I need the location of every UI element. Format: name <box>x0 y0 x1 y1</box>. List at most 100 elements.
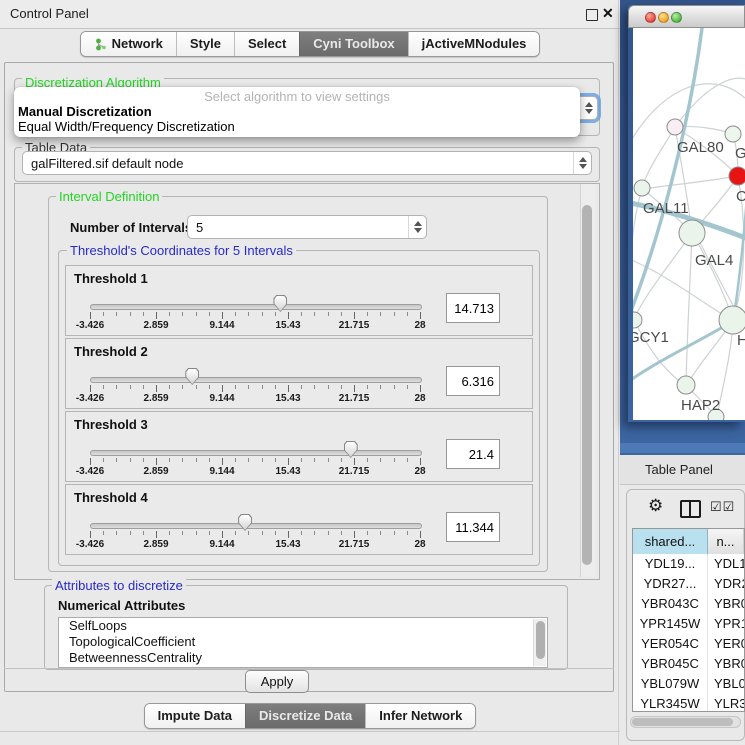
tab-label: Select <box>248 32 286 56</box>
tab-label: Discretize Data <box>259 704 352 728</box>
network-node-h[interactable] <box>719 306 745 334</box>
slider-track[interactable] <box>90 450 422 456</box>
slider-thumb[interactable] <box>238 514 252 531</box>
tab-cyni-toolbox[interactable]: Cyni Toolbox <box>299 32 407 56</box>
table-panel-title: Table Panel <box>645 455 713 484</box>
number-of-intervals-select[interactable]: 5 <box>187 215 427 239</box>
numerical-attributes-label: Numerical Attributes <box>58 598 185 613</box>
threshold-value-field[interactable]: 21.4 <box>446 439 500 469</box>
cell-name: YPR1 <box>708 614 744 634</box>
list-scrollbar-thumb[interactable] <box>536 621 545 659</box>
tab-jactivemnodules[interactable]: jActiveMNodules <box>408 32 540 56</box>
select-columns-icon[interactable]: ☑☑ <box>710 499 735 515</box>
table-row[interactable]: YPR145WYPR1 <box>633 614 744 634</box>
network-node-gal4[interactable] <box>679 220 705 246</box>
column-header-name[interactable]: n... <box>708 529 744 554</box>
split-columns-icon[interactable] <box>680 500 701 518</box>
dropdown-option-equal-width-frequency-discretization[interactable]: Equal Width/Frequency Discretization <box>18 119 576 134</box>
table-row[interactable]: YLR345WYLR3 <box>633 694 744 711</box>
table-row[interactable]: YBL079WYBL0 <box>633 674 744 694</box>
threshold-label: Threshold 1 <box>74 271 148 286</box>
network-node-g[interactable] <box>725 126 741 142</box>
table-row[interactable]: YBR043CYBR0 <box>633 594 744 614</box>
network-node-gal80[interactable] <box>667 119 683 135</box>
threshold-value-field[interactable]: 6.316 <box>446 366 500 396</box>
dropdown-option-manual-discretization[interactable]: Manual Discretization <box>18 104 576 119</box>
vertical-scrollbar-thumb[interactable] <box>582 205 592 565</box>
tick-label: 15.43 <box>275 466 300 477</box>
table-data-selected: galFiltered.sif default node <box>31 152 183 174</box>
tab-style[interactable]: Style <box>176 32 234 56</box>
attribute-item-topologicalcoefficient[interactable]: TopologicalCoefficient <box>59 634 547 650</box>
slider-ticks <box>90 312 420 320</box>
table-header-row: shared... n... <box>633 529 744 554</box>
tab-label: Network <box>112 32 163 56</box>
node-label: G <box>735 145 745 162</box>
tab-infer-network[interactable]: Infer Network <box>365 704 475 728</box>
bottom-tab-bar: Impute Data Discretize Data Infer Network <box>0 703 620 729</box>
tab-discretize-data[interactable]: Discretize Data <box>245 704 365 728</box>
cell-shared-name: YBR045C <box>633 654 708 674</box>
slider-track[interactable] <box>90 377 422 383</box>
network-window-titlebar[interactable] <box>628 5 745 28</box>
close-icon[interactable]: ✕ <box>602 5 614 22</box>
tick-label: 2.859 <box>143 320 168 331</box>
thresholds-group: Threshold's Coordinates for 5 Intervals … <box>58 250 540 566</box>
cell-name: YBR0 <box>708 654 744 674</box>
tick-label: 21.715 <box>339 320 370 331</box>
slider-track[interactable] <box>90 523 422 529</box>
cell-name: YER0 <box>708 634 744 654</box>
zoom-traffic-light-icon[interactable] <box>671 12 682 23</box>
threshold-panel: Threshold 2 -3.4262.8599.14415.4321.7152… <box>65 338 533 409</box>
float-window-icon[interactable] <box>586 9 598 21</box>
tick-label: 15.43 <box>275 320 300 331</box>
tick-label: 9.144 <box>209 393 234 404</box>
stepper-arrows-icon <box>573 152 591 174</box>
tick-label: 9.144 <box>209 320 234 331</box>
slider-thumb[interactable] <box>344 441 358 458</box>
table-row[interactable]: YDL19...YDL1 <box>633 554 744 574</box>
apply-button[interactable]: Apply <box>245 670 309 693</box>
tick-label: 9.144 <box>209 539 234 550</box>
network-view-canvas[interactable]: GAL80GCGAL11GAL4GCY1HHAP2 <box>633 28 745 420</box>
threshold-value-field[interactable]: 11.344 <box>446 512 500 542</box>
table-row[interactable]: YER054CYER0 <box>633 634 744 654</box>
network-node-c[interactable] <box>729 167 745 185</box>
minimize-traffic-light-icon[interactable] <box>658 12 669 23</box>
network-node-hap2[interactable] <box>677 376 695 394</box>
thresholds-group-title: Threshold's Coordinates for 5 Intervals <box>67 243 296 258</box>
attributes-list[interactable]: SelfLoopsTopologicalCoefficientBetweenne… <box>58 617 548 668</box>
close-traffic-light-icon[interactable] <box>645 12 656 23</box>
tab-network[interactable]: Network <box>81 32 176 56</box>
table-data-select[interactable]: galFiltered.sif default node <box>22 151 592 175</box>
gear-icon[interactable]: ⚙ <box>648 496 663 516</box>
attribute-item-selfloops[interactable]: SelfLoops <box>59 618 547 634</box>
node-label: C <box>736 188 745 205</box>
cell-name: YDL1 <box>708 554 744 574</box>
horizontal-scrollbar-thumb[interactable] <box>632 718 733 726</box>
node-label: GAL4 <box>695 252 733 269</box>
cell-shared-name: YER054C <box>633 634 708 654</box>
algorithm-dropdown-popup: Select algorithm to view settings Manual… <box>14 87 580 137</box>
slider-thumb[interactable] <box>273 295 287 312</box>
network-node-gal11[interactable] <box>634 180 650 196</box>
column-header-shared-name[interactable]: shared... <box>633 529 708 554</box>
table-row[interactable]: YBR045CYBR0 <box>633 654 744 674</box>
table-row[interactable]: YDR27...YDR2 <box>633 574 744 594</box>
tick-label: 2.859 <box>143 539 168 550</box>
tab-select[interactable]: Select <box>234 32 299 56</box>
threshold-label: Threshold 2 <box>74 344 148 359</box>
tick-label: 28 <box>414 539 425 550</box>
cell-shared-name: YPR145W <box>633 614 708 634</box>
cell-name: YLR3 <box>708 694 744 711</box>
attribute-item-betweennesscentrality[interactable]: BetweennessCentrality <box>59 650 547 666</box>
threshold-value-field[interactable]: 14.713 <box>446 293 500 323</box>
tick-label: 15.43 <box>275 393 300 404</box>
tick-label: 28 <box>414 393 425 404</box>
slider-thumb[interactable] <box>185 368 199 385</box>
slider-track[interactable] <box>90 304 422 310</box>
network-node-gcy1[interactable] <box>633 312 642 328</box>
dropdown-hint: Select algorithm to view settings <box>14 89 580 104</box>
tab-impute-data[interactable]: Impute Data <box>145 704 245 728</box>
cell-name: YBR0 <box>708 594 744 614</box>
